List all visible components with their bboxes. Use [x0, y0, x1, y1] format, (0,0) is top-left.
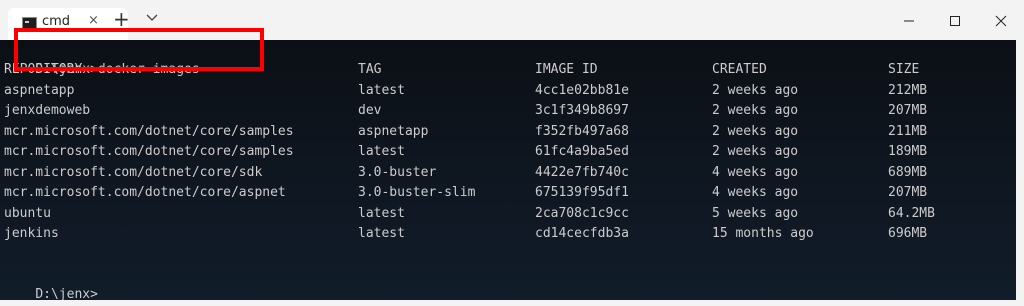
header-tag: TAG [358, 62, 382, 77]
window-bottom-edge [0, 300, 1024, 306]
image-id: 3c1f349b8697 [535, 103, 629, 118]
size: 211MB [888, 124, 928, 139]
maximize-icon[interactable] [932, 0, 978, 40]
header-size: SIZE [888, 62, 920, 77]
command-line: D:\jenx>docker images [4, 40, 199, 77]
created: 2 weeks ago [712, 103, 799, 118]
created: 4 weeks ago [712, 185, 799, 200]
header-image-id: IMAGE ID [535, 62, 598, 77]
created: 2 weeks ago [712, 124, 799, 139]
repository: mcr.microsoft.com/dotnet/core/samples [4, 124, 294, 139]
image-id: 2ca708c1c9cc [535, 206, 629, 221]
repository: jenkins [4, 226, 59, 241]
scrollbar-track[interactable] [1016, 40, 1024, 300]
image-id: f352fb497a68 [535, 124, 629, 139]
tab-label: cmd [42, 14, 71, 29]
size: 207MB [888, 185, 928, 200]
final-prompt: D:\jenx> [4, 265, 98, 300]
table-row: jenxdemoweb dev 3c1f349b8697 2 weeks ago… [4, 101, 1004, 121]
header-row: REPOSITORY TAG IMAGE ID CREATED SIZE [4, 60, 1004, 80]
size: 64.2MB [888, 206, 935, 221]
table-row: ubuntu latest 2ca708c1c9cc 5 weeks ago 6… [4, 204, 1004, 224]
tag: 3.0-buster [358, 165, 437, 180]
tag: 3.0-buster-slim [358, 185, 476, 200]
created: 4 weeks ago [712, 165, 799, 180]
repository: mcr.microsoft.com/dotnet/core/sdk [4, 165, 263, 180]
table-row: jenkins latest cd14cecfdb3a 15 months ag… [4, 224, 1004, 244]
created: 15 months ago [712, 226, 814, 241]
terminal-output[interactable]: D:\jenx>docker images REPOSITORY TAG IMA… [0, 40, 1016, 300]
image-id: 61fc4a9ba5ed [535, 144, 629, 159]
plus-icon[interactable]: + [113, 5, 130, 33]
created: 2 weeks ago [712, 83, 799, 98]
created: 5 weeks ago [712, 206, 799, 221]
table-row: aspnetapp latest 4cc1e02bb81e 2 weeks ag… [4, 81, 1004, 101]
size: 189MB [888, 144, 928, 159]
tag: latest [358, 144, 405, 159]
size: 689MB [888, 165, 928, 180]
table-row: mcr.microsoft.com/dotnet/core/aspnet 3.0… [4, 183, 1004, 203]
minimize-icon[interactable] [886, 0, 932, 40]
cmd-icon [22, 17, 37, 30]
size: 696MB [888, 226, 928, 241]
tag: latest [358, 226, 405, 241]
image-id: 4422e7fb740c [535, 165, 629, 180]
header-created: CREATED [712, 62, 767, 77]
chevron-down-icon[interactable] [145, 9, 159, 23]
title-bar: cmd × + [0, 0, 1024, 40]
image-id: cd14cecfdb3a [535, 226, 629, 241]
repository: aspnetapp [4, 83, 75, 98]
created: 2 weeks ago [712, 144, 799, 159]
image-id: 675139f95df1 [535, 185, 629, 200]
table-row: mcr.microsoft.com/dotnet/core/sdk 3.0-bu… [4, 163, 1004, 183]
tag: aspnetapp [358, 124, 429, 139]
header-repository: REPOSITORY [4, 62, 83, 77]
prompt: D:\jenx> [35, 287, 98, 300]
repository: mcr.microsoft.com/dotnet/core/samples [4, 144, 294, 159]
size: 207MB [888, 103, 928, 118]
image-id: 4cc1e02bb81e [535, 83, 629, 98]
close-icon[interactable]: × [88, 13, 99, 28]
table-row: mcr.microsoft.com/dotnet/core/samples la… [4, 142, 1004, 162]
tag: latest [358, 206, 405, 221]
size: 212MB [888, 83, 928, 98]
tag: dev [358, 103, 382, 118]
repository: jenxdemoweb [4, 103, 91, 118]
repository: ubuntu [4, 206, 51, 221]
repository: mcr.microsoft.com/dotnet/core/aspnet [4, 185, 286, 200]
tab-cmd[interactable]: cmd × [8, 8, 128, 40]
tag: latest [358, 83, 405, 98]
table-row: mcr.microsoft.com/dotnet/core/samples as… [4, 122, 1004, 142]
close-window-icon[interactable] [978, 0, 1024, 40]
